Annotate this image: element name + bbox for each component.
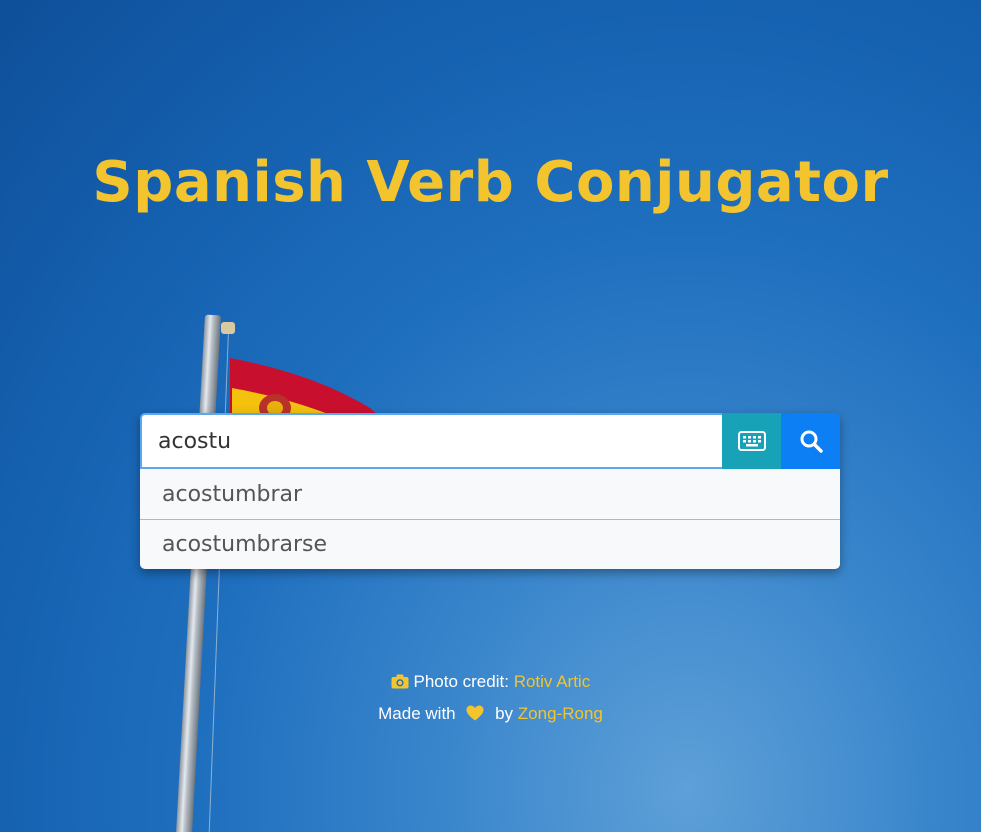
photo-credit: Photo credit: Rotiv Artic [0, 670, 981, 702]
heart-icon [466, 705, 484, 721]
verb-search-input[interactable] [140, 413, 722, 469]
suggestion-item[interactable]: acostumbrar [140, 469, 840, 519]
photo-credit-label: Photo credit: [413, 672, 509, 691]
by-label: by [495, 704, 514, 723]
search-button[interactable] [781, 413, 840, 469]
keyboard-icon [737, 431, 766, 451]
flagpole [174, 314, 221, 832]
photo-author-link[interactable]: Rotiv Artic [514, 672, 591, 691]
search-row [140, 413, 840, 469]
suggestion-item[interactable]: acostumbrarse [140, 519, 840, 569]
suggestion-list: acostumbrar acostumbrarse [140, 469, 840, 569]
flagpole-cap [221, 322, 235, 334]
verb-search: acostumbrar acostumbrarse [140, 413, 840, 569]
camera-icon [391, 674, 409, 689]
footer: Photo credit: Rotiv Artic Made with by Z… [0, 670, 981, 734]
keyboard-button[interactable] [722, 413, 781, 469]
author-link[interactable]: Zong-Rong [518, 704, 603, 723]
search-icon [800, 430, 823, 453]
made-with-label: Made with [378, 704, 456, 723]
made-with: Made with by Zong-Rong [0, 702, 981, 734]
page-title: Spanish Verb Conjugator [92, 150, 889, 215]
